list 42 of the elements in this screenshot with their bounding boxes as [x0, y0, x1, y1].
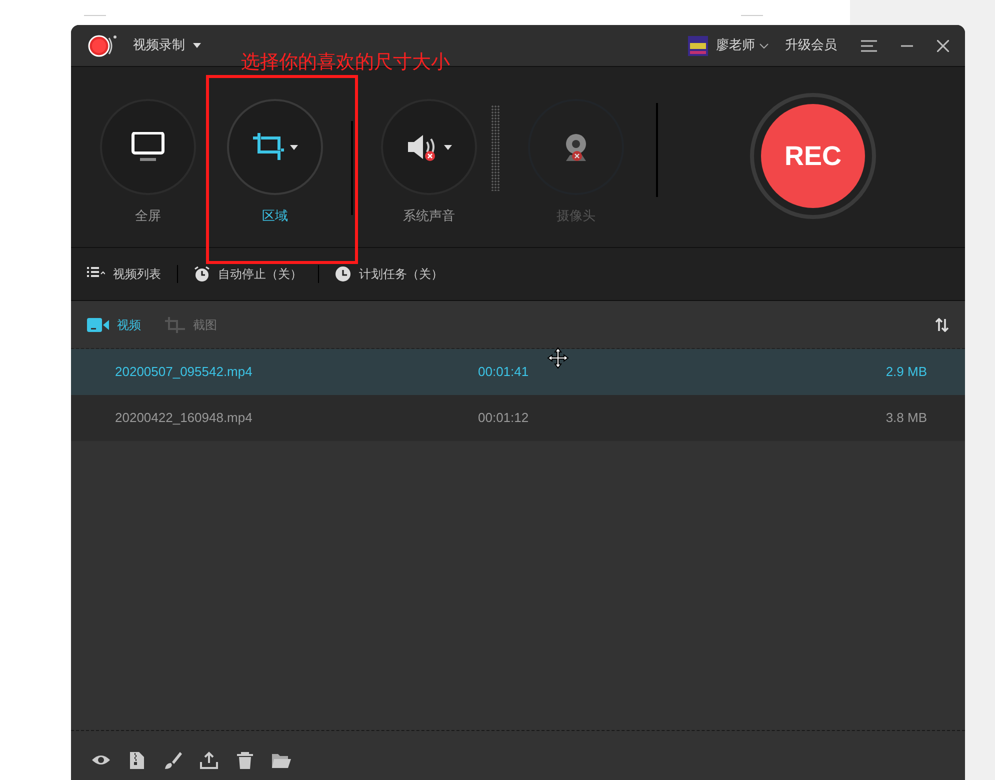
clock-icon	[335, 266, 351, 282]
toolbar-button[interactable]: 计划任务（关）	[335, 265, 443, 283]
brush-icon[interactable]	[163, 751, 183, 770]
upload-icon[interactable]	[199, 751, 219, 770]
rec-button[interactable]: REC	[761, 104, 865, 208]
caret-icon	[444, 144, 452, 150]
file-name: 20200422_160948.mp4	[115, 409, 254, 428]
upgrade-link[interactable]: 升级会员	[785, 36, 837, 56]
folder-icon[interactable]	[271, 751, 291, 770]
alarm-clock-icon	[194, 266, 210, 282]
file-size: 2.9 MB	[886, 363, 927, 382]
crop-icon	[252, 132, 286, 162]
annotation-text: 选择你的喜欢的尺寸大小	[241, 50, 450, 75]
trash-icon[interactable]	[235, 751, 255, 770]
toolbar-button[interactable]: 视频列表	[87, 265, 161, 283]
caret-icon	[290, 144, 298, 150]
move-cursor-icon	[547, 347, 569, 369]
zip-file-icon[interactable]	[127, 751, 147, 770]
caret-icon	[193, 42, 202, 48]
close-icon[interactable]	[937, 40, 949, 52]
avatar-icon	[688, 36, 708, 56]
file-duration: 00:01:41	[478, 363, 529, 382]
crop-icon	[165, 316, 185, 332]
minimize-icon[interactable]	[901, 44, 913, 46]
monitor-icon	[131, 132, 165, 162]
user-menu[interactable]: 廖老师	[716, 36, 769, 56]
file-name: 20200507_095542.mp4	[115, 363, 254, 382]
chevron-icon	[759, 42, 769, 48]
file-size: 3.8 MB	[886, 409, 927, 428]
file-row[interactable]: 20200507_095542.mp4 00:01:41 2.9 MB	[71, 349, 965, 395]
toolbar-button[interactable]: 自动停止（关）	[194, 265, 302, 283]
video-camera-icon	[87, 318, 109, 332]
title-menu[interactable]: 视频录制	[133, 36, 202, 56]
logo-icon	[87, 34, 117, 58]
file-row[interactable]: 20200422_160948.mp4 00:01:12 3.8 MB	[71, 395, 965, 441]
mode-label: 全屏	[135, 208, 161, 226]
sort-icon[interactable]	[935, 318, 949, 332]
file-duration: 00:01:12	[478, 409, 529, 428]
menu-icon[interactable]	[861, 40, 877, 52]
mode-label: 区域	[262, 208, 288, 226]
list-tab[interactable]: 视频	[87, 316, 141, 334]
mode-label: 系统声音	[403, 208, 455, 226]
